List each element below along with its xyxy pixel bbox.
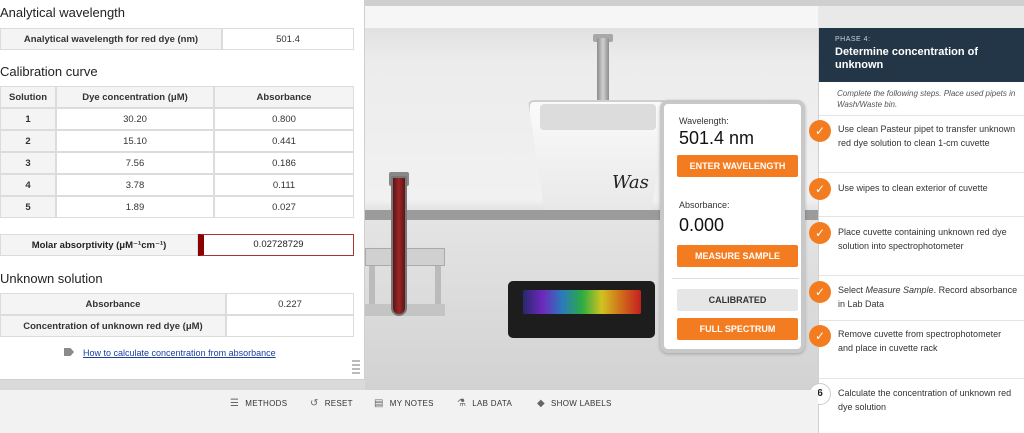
calibrated-button[interactable]: CALIBRATED — [677, 289, 798, 311]
phase-label: PHASE 4: — [835, 36, 871, 43]
molar-absorptivity-label: Molar absorptivity (μM⁻¹cm⁻¹) — [0, 234, 198, 256]
flask-icon: ⚗ — [457, 398, 467, 409]
step-1[interactable]: ✓ Use clean Pasteur pipet to transfer un… — [809, 115, 1024, 172]
wavelength-label: Wavelength: — [679, 116, 729, 126]
analytical-wavelength-value[interactable]: 501.4 — [222, 28, 354, 50]
my-notes-button[interactable]: ▤ MY NOTES — [374, 398, 434, 409]
back-wall — [365, 6, 818, 28]
table-row-solution: 4 — [0, 174, 56, 196]
table-row-solution: 1 — [0, 108, 56, 130]
step-text: Calculate the concentration of unknown r… — [838, 388, 1012, 412]
spectrum-display — [523, 290, 641, 314]
wavelength-value: 501.4 nm — [679, 128, 755, 148]
absorbance-value: 0.000 — [679, 215, 725, 235]
notes-icon: ▤ — [374, 398, 384, 409]
my-notes-label: MY NOTES — [389, 399, 434, 408]
table-row-abs[interactable]: 0.027 — [214, 196, 354, 218]
methods-button[interactable]: ☰ METHODS — [230, 398, 287, 409]
step-6[interactable]: 6 Calculate the concentration of unknown… — [809, 378, 1024, 433]
table-row-conc[interactable]: 1.89 — [56, 196, 214, 218]
lab-data-button[interactable]: ⚗ LAB DATA — [457, 398, 512, 409]
step-2[interactable]: ✓ Use wipes to clean exterior of cuvette — [809, 172, 1024, 216]
phase-title: Determine concentration of unknown — [835, 46, 979, 71]
tag-icon — [64, 348, 74, 356]
table-row-solution: 3 — [0, 152, 56, 174]
check-icon: ✓ — [809, 281, 831, 303]
unknown-concentration-input[interactable] — [226, 315, 354, 337]
step-text: Use wipes to clean exterior of cuvette — [838, 183, 988, 193]
col-solution: Solution — [0, 86, 56, 108]
step-text: Select Measure Sample. Record absorbance… — [838, 285, 1018, 309]
procedure-sidebar: PHASE 4: Determine concentration of unkn… — [809, 28, 1024, 433]
table-row-abs[interactable]: 0.111 — [214, 174, 354, 196]
tag-icon: ◆ — [537, 398, 545, 409]
measure-sample-button[interactable]: MEASURE SAMPLE — [677, 245, 798, 267]
step-text: Place cuvette containing unknown red dye… — [838, 227, 1007, 251]
phase-instructions: Complete the following steps. Place used… — [837, 89, 1016, 109]
show-labels-label: SHOW LABELS — [551, 399, 612, 408]
table-row-conc[interactable]: 3.78 — [56, 174, 214, 196]
absorbance-label: Absorbance: — [679, 200, 730, 210]
enter-wavelength-button[interactable]: ENTER WAVELENGTH — [677, 155, 798, 177]
bottom-toolbar: ☰ METHODS ↺ RESET ▤ MY NOTES ⚗ LAB DATA … — [0, 390, 818, 433]
step-5[interactable]: ✓ Remove cuvette from spectrophotometer … — [809, 320, 1024, 378]
full-spectrum-button[interactable]: FULL SPECTRUM — [677, 318, 798, 340]
step-text: Use clean Pasteur pipet to transfer unkn… — [838, 124, 1016, 148]
red-dye-cuvette[interactable] — [391, 176, 407, 316]
unknown-absorbance-input[interactable]: 0.227 — [226, 293, 354, 315]
lab-data-panel: Analytical wavelength Analytical wavelen… — [0, 0, 365, 380]
molar-absorptivity-input[interactable]: 0.02728729 — [198, 234, 354, 256]
step-text: Remove cuvette from spectrophotometer an… — [838, 329, 1002, 353]
menu-icon: ☰ — [230, 398, 240, 409]
reset-label: RESET — [324, 399, 353, 408]
panel-divider — [672, 278, 799, 279]
lab-data-label: LAB DATA — [472, 399, 513, 408]
table-row-solution: 5 — [0, 196, 56, 218]
reset-icon: ↺ — [310, 398, 319, 409]
wash-bin-label: Was — [612, 172, 649, 193]
drag-handle[interactable] — [352, 360, 360, 374]
col-absorbance: Absorbance — [214, 86, 354, 108]
table-row-solution: 2 — [0, 130, 56, 152]
check-icon: ✓ — [809, 325, 831, 347]
table-row-conc[interactable]: 30.20 — [56, 108, 214, 130]
methods-label: METHODS — [245, 399, 288, 408]
col-dye-concentration: Dye concentration (μM) — [56, 86, 214, 108]
wash-bin-inner — [540, 104, 656, 130]
faucet — [597, 38, 609, 104]
how-to-calculate-link[interactable]: How to calculate concentration from abso… — [83, 348, 276, 358]
table-row-conc[interactable]: 15.10 — [56, 130, 214, 152]
unknown-absorbance-label: Absorbance — [0, 293, 226, 315]
table-row-abs[interactable]: 0.800 — [214, 108, 354, 130]
analytical-wavelength-title: Analytical wavelength — [0, 5, 126, 20]
step-4[interactable]: ✓ Select Measure Sample. Record absorban… — [809, 275, 1024, 320]
calibration-curve-title: Calibration curve — [0, 64, 98, 79]
table-row-conc[interactable]: 7.56 — [56, 152, 214, 174]
step-3[interactable]: ✓ Place cuvette containing unknown red d… — [809, 216, 1024, 275]
table-row-abs[interactable]: 0.186 — [214, 152, 354, 174]
check-icon: ✓ — [809, 222, 831, 244]
check-icon: ✓ — [809, 120, 831, 142]
table-row-abs[interactable]: 0.441 — [214, 130, 354, 152]
check-icon: ✓ — [809, 178, 831, 200]
unknown-concentration-label: Concentration of unknown red dye (μM) — [0, 315, 226, 337]
phase-header: PHASE 4: Determine concentration of unkn… — [819, 28, 1024, 82]
spectrophotometer-panel: Wavelength: 501.4 nm ENTER WAVELENGTH Ab… — [660, 100, 805, 353]
show-labels-button[interactable]: ◆ SHOW LABELS — [537, 398, 612, 409]
analytical-wavelength-label: Analytical wavelength for red dye (nm) — [0, 28, 222, 50]
unknown-solution-title: Unknown solution — [0, 271, 103, 286]
reset-button[interactable]: ↺ RESET — [310, 398, 353, 409]
